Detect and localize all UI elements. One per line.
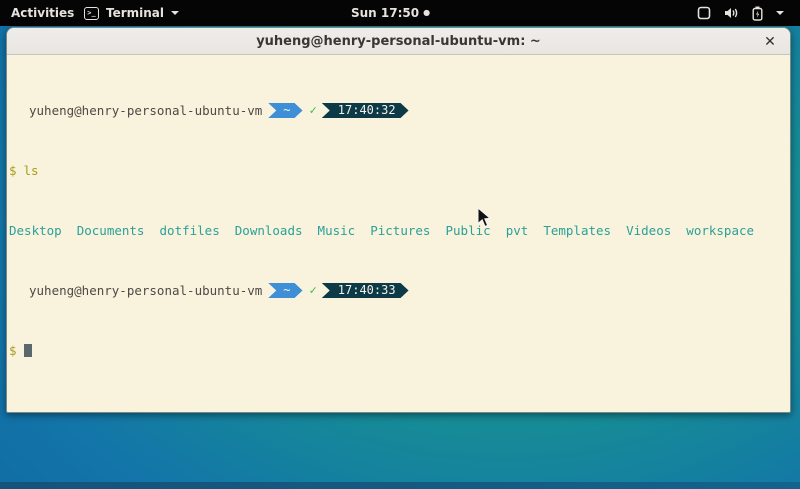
prompt-timestamp: 17:40:32 xyxy=(322,103,409,118)
text-cursor xyxy=(24,344,32,357)
clock-button[interactable]: Sun 17:50 ● xyxy=(351,0,430,26)
prompt-user-host: yuheng@henry-personal-ubuntu-vm xyxy=(29,103,262,118)
battery-charging-icon xyxy=(752,6,763,21)
prompt-symbol: $ xyxy=(9,163,17,178)
top-bar: Activities >_ Terminal Sun 17:50 ● xyxy=(0,0,800,26)
volume-icon xyxy=(724,6,739,20)
prompt-symbol: $ xyxy=(9,343,17,358)
prompt-timestamp: 17:40:33 xyxy=(322,283,409,298)
chevron-down-icon xyxy=(171,11,179,15)
chevron-down-icon xyxy=(776,11,784,15)
close-icon[interactable]: ✕ xyxy=(758,28,782,55)
app-menu-terminal[interactable]: >_ Terminal xyxy=(76,0,187,26)
terminal-icon: >_ xyxy=(84,7,99,20)
window-title: yuheng@henry-personal-ubuntu-vm: ~ xyxy=(256,34,541,49)
activities-label: Activities xyxy=(11,6,74,20)
prompt-status-check-icon: ✓ xyxy=(303,103,322,118)
system-status-area[interactable] xyxy=(691,0,790,26)
command-text: ls xyxy=(24,163,39,178)
app-menu-label: Terminal xyxy=(106,6,164,20)
window-titlebar[interactable]: yuheng@henry-personal-ubuntu-vm: ~ ✕ xyxy=(7,28,790,55)
screen-icon xyxy=(697,6,711,20)
input-line[interactable]: $ xyxy=(9,343,786,358)
terminal-window: yuheng@henry-personal-ubuntu-vm: ~ ✕ yuh… xyxy=(6,27,791,413)
prompt-cwd-segment: ~ xyxy=(268,103,302,118)
prompt-line: yuheng@henry-personal-ubuntu-vm ~ ✓ 17:4… xyxy=(9,103,786,118)
desktop-bottom-strip xyxy=(0,482,800,489)
notification-dot-icon: ● xyxy=(423,0,430,26)
prompt-cwd-segment: ~ xyxy=(268,283,302,298)
clock-label: Sun 17:50 xyxy=(351,6,419,20)
prompt-user-host: yuheng@henry-personal-ubuntu-vm xyxy=(29,283,262,298)
terminal-content[interactable]: yuheng@henry-personal-ubuntu-vm ~ ✓ 17:4… xyxy=(7,55,790,413)
activities-button[interactable]: Activities xyxy=(0,0,85,26)
command-line: $ ls xyxy=(9,163,786,178)
desktop-wallpaper: yuheng@henry-personal-ubuntu-vm: ~ ✕ yuh… xyxy=(0,26,800,489)
ls-output: Desktop Documents dotfiles Downloads Mus… xyxy=(9,223,786,238)
prompt-line: yuheng@henry-personal-ubuntu-vm ~ ✓ 17:4… xyxy=(9,283,786,298)
desktop-screen: Activities >_ Terminal Sun 17:50 ● xyxy=(0,0,800,489)
prompt-status-check-icon: ✓ xyxy=(303,283,322,298)
